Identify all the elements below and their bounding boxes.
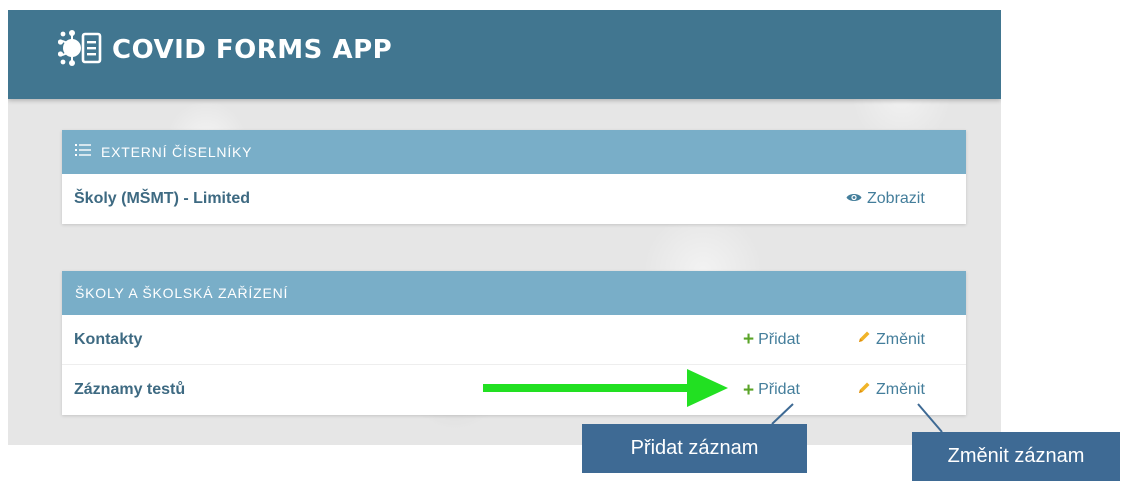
callout-change-record: Změnit záznam [912, 432, 1120, 481]
callout-add-record: Přidat záznam [582, 424, 807, 473]
callout-connector-lines [771, 403, 943, 433]
